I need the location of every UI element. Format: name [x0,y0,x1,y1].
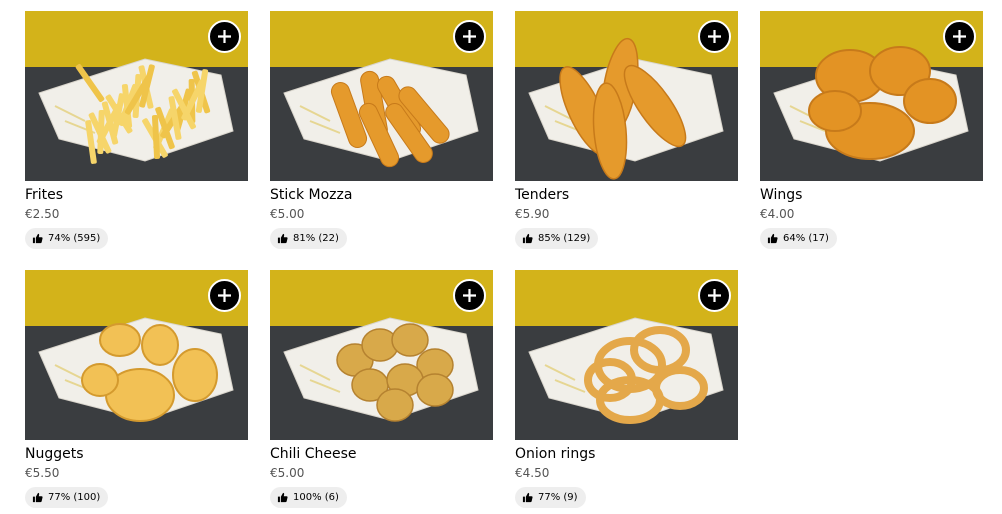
item-name: Chili Cheese [270,446,357,462]
menu-item-card[interactable]: Onion rings €4.50 77% (9) [515,270,738,508]
thumbs-up-icon [277,492,288,503]
thumbs-up-icon [32,233,43,244]
rating-text: 74% (595) [48,233,101,244]
item-image[interactable] [270,270,493,440]
rating-badge: 74% (595) [25,228,109,249]
item-name: Stick Mozza [270,187,353,203]
menu-item-card[interactable]: Stick Mozza €5.00 81% (22) [270,11,493,249]
item-image[interactable] [25,270,248,440]
rating-text: 77% (9) [538,492,578,503]
add-to-cart-button[interactable] [698,20,731,53]
add-to-cart-button[interactable] [698,279,731,312]
thumbs-up-icon [522,492,533,503]
item-image[interactable] [25,11,248,181]
plus-icon [953,30,966,43]
thumbs-up-icon [522,233,533,244]
item-price: €4.50 [515,466,550,480]
rating-badge: 100% (6) [270,487,347,508]
item-price: €5.00 [270,466,305,480]
plus-icon [463,289,476,302]
add-to-cart-button[interactable] [453,20,486,53]
rating-badge: 85% (129) [515,228,599,249]
item-price: €5.90 [515,207,550,221]
plus-icon [708,289,721,302]
item-name: Nuggets [25,446,84,462]
item-image[interactable] [270,11,493,181]
rating-text: 85% (129) [538,233,591,244]
item-name: Wings [760,187,803,203]
item-price: €4.00 [760,207,795,221]
plus-icon [218,289,231,302]
plus-icon [218,30,231,43]
rating-text: 81% (22) [293,233,339,244]
item-name: Onion rings [515,446,596,462]
rating-text: 77% (100) [48,492,101,503]
add-to-cart-button[interactable] [208,279,241,312]
item-price: €2.50 [25,207,60,221]
menu-item-card[interactable]: Chili Cheese €5.00 100% (6) [270,270,493,508]
item-name: Tenders [515,187,570,203]
menu-grid: Frites €2.50 74% (595) Stick Mozza €5.00… [25,11,983,508]
menu-item-card[interactable]: Tenders €5.90 85% (129) [515,11,738,249]
thumbs-up-icon [277,233,288,244]
rating-text: 64% (17) [783,233,829,244]
menu-item-card[interactable]: Frites €2.50 74% (595) [25,11,248,249]
rating-badge: 77% (9) [515,487,586,508]
item-image[interactable] [515,11,738,181]
item-image[interactable] [515,270,738,440]
thumbs-up-icon [767,233,778,244]
item-image[interactable] [760,11,983,181]
item-price: €5.00 [270,207,305,221]
thumbs-up-icon [32,492,43,503]
menu-item-card[interactable]: Wings €4.00 64% (17) [760,11,983,249]
rating-badge: 64% (17) [760,228,837,249]
menu-item-card[interactable]: Nuggets €5.50 77% (100) [25,270,248,508]
plus-icon [708,30,721,43]
item-name: Frites [25,187,64,203]
plus-icon [463,30,476,43]
add-to-cart-button[interactable] [208,20,241,53]
rating-badge: 77% (100) [25,487,109,508]
rating-text: 100% (6) [293,492,339,503]
add-to-cart-button[interactable] [453,279,486,312]
rating-badge: 81% (22) [270,228,347,249]
add-to-cart-button[interactable] [943,20,976,53]
item-price: €5.50 [25,466,60,480]
